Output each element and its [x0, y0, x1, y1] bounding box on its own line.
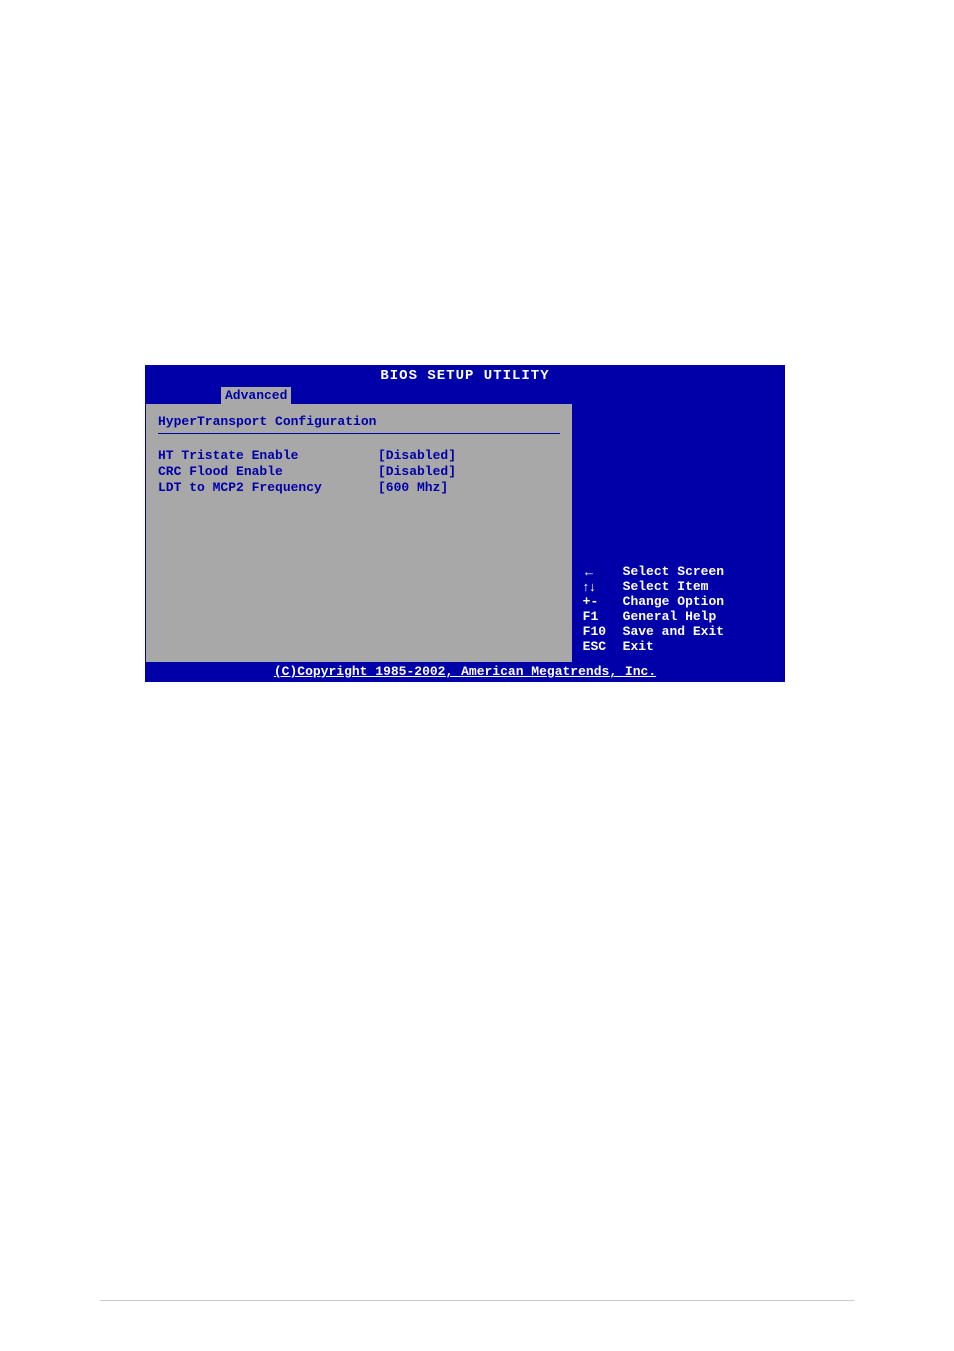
help-desc: Exit: [623, 639, 724, 654]
left-arrow-icon: ←: [583, 564, 623, 579]
help-desc: Select Screen: [623, 564, 724, 579]
bios-window: BIOS SETUP UTILITY Advanced HyperTranspo…: [145, 365, 785, 682]
help-desc: Save and Exit: [623, 624, 724, 639]
copyright-footer: (C)Copyright 1985-2002, American Megatre…: [146, 662, 784, 681]
help-desc: General Help: [623, 609, 724, 624]
help-key: F10: [583, 624, 623, 639]
help-key: F1: [583, 609, 623, 624]
help-panel: ← Select Screen ↑↓ Select Item +- Change…: [573, 404, 784, 662]
page-divider: [100, 1300, 854, 1301]
help-list: ← Select Screen ↑↓ Select Item +- Change…: [583, 564, 724, 654]
help-general-help: F1 General Help: [583, 609, 724, 624]
tab-row: Advanced: [146, 386, 784, 404]
option-label: HT Tristate Enable: [158, 448, 378, 464]
help-desc: Change Option: [623, 594, 724, 609]
help-key: +-: [583, 594, 623, 609]
option-crc-flood[interactable]: CRC Flood Enable [Disabled]: [158, 464, 560, 480]
help-exit: ESC Exit: [583, 639, 724, 654]
option-value: [Disabled]: [378, 464, 560, 480]
help-save-exit: F10 Save and Exit: [583, 624, 724, 639]
title-bar: BIOS SETUP UTILITY: [146, 366, 784, 386]
help-select-item: ↑↓ Select Item: [583, 579, 724, 594]
main-area: HyperTransport Configuration HT Tristate…: [146, 404, 784, 662]
option-ldt-frequency[interactable]: LDT to MCP2 Frequency [600 Mhz]: [158, 480, 560, 496]
option-label: CRC Flood Enable: [158, 464, 378, 480]
help-select-screen: ← Select Screen: [583, 564, 724, 579]
option-label: LDT to MCP2 Frequency: [158, 480, 378, 496]
option-value: [Disabled]: [378, 448, 560, 464]
tab-advanced[interactable]: Advanced: [221, 387, 291, 404]
updown-arrow-icon: ↑↓: [583, 579, 623, 594]
option-value: [600 Mhz]: [378, 480, 560, 496]
section-title: HyperTransport Configuration: [158, 414, 560, 434]
options-panel: HyperTransport Configuration HT Tristate…: [146, 404, 573, 662]
help-change-option: +- Change Option: [583, 594, 724, 609]
option-ht-tristate[interactable]: HT Tristate Enable [Disabled]: [158, 448, 560, 464]
help-desc: Select Item: [623, 579, 724, 594]
help-key: ESC: [583, 639, 623, 654]
